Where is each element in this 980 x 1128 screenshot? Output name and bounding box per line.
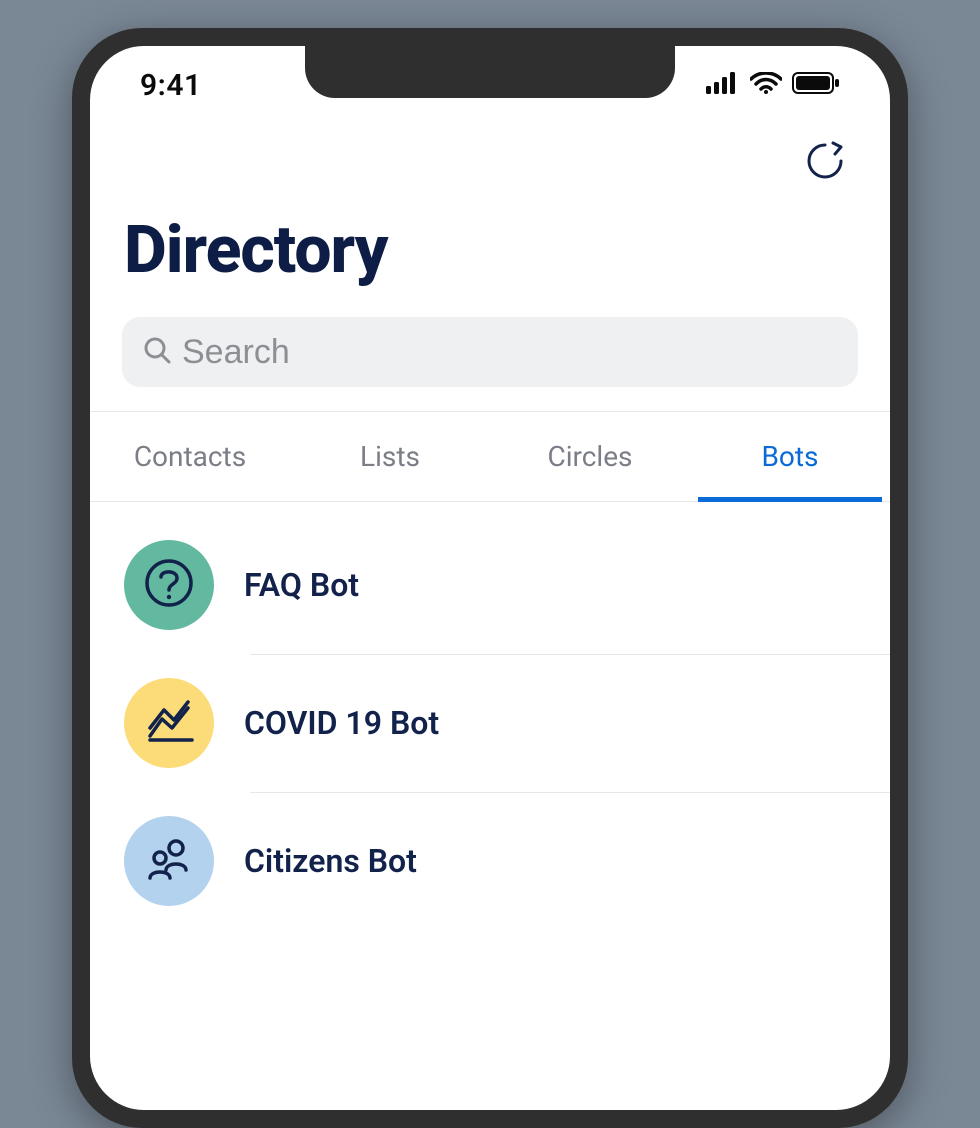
tab-label: Lists bbox=[360, 440, 420, 473]
battery-icon bbox=[792, 72, 840, 98]
tab-bots[interactable]: Bots bbox=[690, 412, 890, 501]
screen: 9:41 bbox=[90, 46, 890, 1110]
status-time: 9:41 bbox=[140, 68, 202, 103]
refresh-button[interactable] bbox=[800, 138, 850, 188]
avatar bbox=[124, 678, 214, 768]
notch bbox=[305, 46, 675, 98]
phone-frame: 9:41 bbox=[72, 28, 908, 1128]
tab-contacts[interactable]: Contacts bbox=[90, 412, 290, 501]
list-item[interactable]: Citizens Bot bbox=[90, 792, 890, 930]
tab-label: Bots bbox=[761, 440, 818, 473]
tab-label: Circles bbox=[547, 440, 632, 473]
tab-label: Contacts bbox=[134, 440, 246, 473]
question-icon bbox=[142, 556, 196, 614]
search-wrap bbox=[90, 309, 890, 411]
list-item[interactable]: FAQ Bot bbox=[90, 516, 890, 654]
tab-circles[interactable]: Circles bbox=[490, 412, 690, 501]
status-icons bbox=[706, 72, 840, 98]
page-title: Directory bbox=[124, 212, 856, 289]
cellular-signal-icon bbox=[706, 72, 740, 98]
avatar bbox=[124, 816, 214, 906]
refresh-icon bbox=[803, 139, 847, 187]
tab-lists[interactable]: Lists bbox=[290, 412, 490, 501]
search-icon bbox=[142, 335, 172, 369]
list-item-label: COVID 19 Bot bbox=[244, 704, 439, 742]
search-input[interactable] bbox=[182, 333, 838, 372]
wifi-icon bbox=[750, 72, 782, 98]
bot-list: FAQ Bot COVID 19 Bot bbox=[90, 502, 890, 930]
tabs: Contacts Lists Circles Bots bbox=[90, 411, 890, 502]
list-item[interactable]: COVID 19 Bot bbox=[90, 654, 890, 792]
nav-bar bbox=[90, 124, 890, 194]
people-icon bbox=[142, 832, 196, 890]
chart-icon bbox=[142, 694, 196, 752]
search-field[interactable] bbox=[122, 317, 858, 387]
avatar bbox=[124, 540, 214, 630]
list-item-label: FAQ Bot bbox=[244, 566, 359, 604]
page-title-wrap: Directory bbox=[90, 194, 890, 309]
list-item-label: Citizens Bot bbox=[244, 842, 417, 880]
